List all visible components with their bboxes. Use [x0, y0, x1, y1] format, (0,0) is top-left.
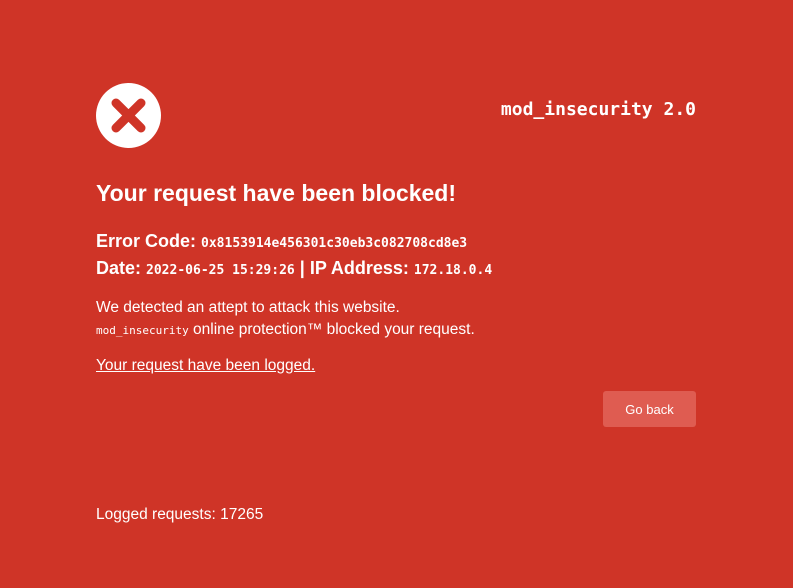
ip-label: IP Address: [309, 258, 409, 278]
description-line-2-text: online protection™ blocked your request. [193, 321, 475, 338]
request-logged-link[interactable]: Your request have been logged. [96, 355, 315, 377]
blocked-page: mod_insecurity 2.0 Your request have bee… [0, 0, 793, 588]
error-code-value: 0x8153914e456301c30eb3c082708cd8e3 [201, 236, 468, 251]
description: We detected an attept to attack this web… [96, 297, 475, 342]
date-ip-row: Date: 2022-06-25 15:29:26 | IP Address: … [96, 256, 492, 283]
separator: | [299, 258, 305, 278]
product-name: mod_insecurity [96, 324, 189, 337]
description-line-2: mod_insecurity online protection™ blocke… [96, 319, 475, 342]
description-line-1: We detected an attept to attack this web… [96, 299, 400, 316]
go-back-button[interactable]: Go back [603, 391, 696, 427]
logged-requests-count: 17265 [220, 506, 264, 523]
logged-requests-label: Logged requests: [96, 506, 216, 523]
error-code-row: Error Code: 0x8153914e456301c30eb3c08270… [96, 229, 492, 256]
page-title: Your request have been blocked! [96, 180, 457, 206]
date-value: 2022-06-25 15:29:26 [146, 263, 295, 278]
ip-value: 172.18.0.4 [413, 263, 493, 278]
error-code-label: Error Code: [96, 231, 197, 251]
date-label: Date: [96, 258, 142, 278]
brand-name: mod_insecurity 2.0 [500, 99, 696, 120]
request-meta: Error Code: 0x8153914e456301c30eb3c08270… [96, 229, 492, 283]
error-x-circle-icon [96, 83, 161, 148]
logged-requests-counter: Logged requests: 17265 [96, 504, 263, 526]
